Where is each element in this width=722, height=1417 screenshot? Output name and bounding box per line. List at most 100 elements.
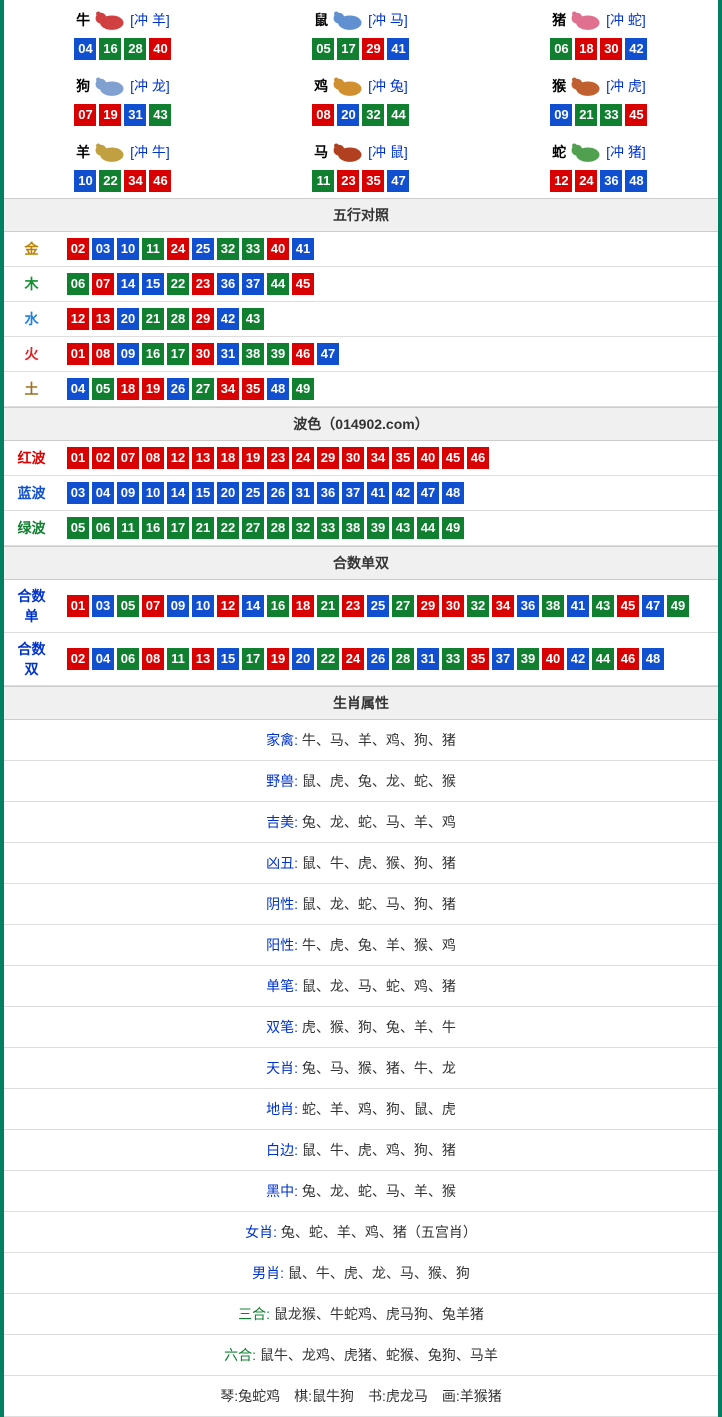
number-ball: 47	[642, 595, 664, 617]
number-ball: 25	[192, 238, 214, 260]
number-ball: 47	[317, 343, 339, 365]
number-ball: 17	[167, 517, 189, 539]
number-ball: 37	[342, 482, 364, 504]
number-ball: 45	[442, 447, 464, 469]
number-ball: 16	[142, 343, 164, 365]
attr-key: 天肖:	[266, 1060, 298, 1076]
number-ball: 27	[242, 517, 264, 539]
number-ball: 11	[312, 170, 334, 192]
zodiac-grid: 牛[冲 羊]04162840鼠[冲 马]05172941猪[冲 蛇]061830…	[4, 0, 718, 198]
number-ball: 23	[267, 447, 289, 469]
number-ball: 08	[92, 343, 114, 365]
row-numbers: 03040910141520252631363741424748	[59, 476, 718, 511]
number-ball: 17	[167, 343, 189, 365]
number-ball: 15	[192, 482, 214, 504]
number-ball: 06	[92, 517, 114, 539]
number-ball: 24	[292, 447, 314, 469]
attr-value: 兔、蛇、羊、鸡、猪（五宫肖）	[277, 1224, 477, 1240]
number-ball: 01	[67, 447, 89, 469]
number-ball: 13	[92, 308, 114, 330]
row-numbers: 04051819262734354849	[59, 372, 718, 407]
number-ball: 04	[67, 378, 89, 400]
number-ball: 12	[217, 595, 239, 617]
number-ball: 24	[342, 648, 364, 670]
zodiac-cell: 鸡[冲 兔]08203244	[242, 66, 480, 132]
number-ball: 31	[217, 343, 239, 365]
attr-row: 天肖: 兔、马、猴、猪、牛、龙	[4, 1048, 718, 1089]
attr-key: 黑中:	[266, 1183, 298, 1199]
number-ball: 16	[99, 38, 121, 60]
number-ball: 02	[67, 648, 89, 670]
number-ball: 48	[625, 170, 647, 192]
number-ball: 42	[392, 482, 414, 504]
number-ball: 07	[117, 447, 139, 469]
dog-icon	[92, 72, 128, 100]
zodiac-conflict: [冲 蛇]	[606, 10, 646, 30]
number-ball: 10	[117, 238, 139, 260]
attr-row: 家禽: 牛、马、羊、鸡、狗、猪	[4, 720, 718, 761]
number-ball: 29	[417, 595, 439, 617]
number-ball: 32	[467, 595, 489, 617]
number-ball: 30	[342, 447, 364, 469]
number-ball: 02	[92, 447, 114, 469]
zodiac-cell: 猪[冲 蛇]06183042	[480, 0, 718, 66]
section-header-bose: 波色（014902.com）	[4, 407, 718, 441]
number-ball: 30	[600, 38, 622, 60]
number-ball: 12	[167, 447, 189, 469]
number-ball: 31	[292, 482, 314, 504]
attr-key: 野兽:	[266, 773, 298, 789]
number-ball: 07	[142, 595, 164, 617]
number-ball: 05	[117, 595, 139, 617]
attr-row: 地肖: 蛇、羊、鸡、狗、鼠、虎	[4, 1089, 718, 1130]
number-ball: 39	[267, 343, 289, 365]
attr-row: 三合: 鼠龙猴、牛蛇鸡、虎马狗、兔羊猪	[4, 1294, 718, 1335]
number-ball: 21	[192, 517, 214, 539]
row-label: 土	[4, 372, 59, 407]
snake-icon	[568, 138, 604, 166]
number-ball: 32	[362, 104, 384, 126]
attr-value: 鼠、牛、虎、猴、狗、猪	[298, 855, 456, 871]
number-ball: 03	[92, 595, 114, 617]
number-ball: 06	[550, 38, 572, 60]
attr-key: 单笔:	[266, 978, 298, 994]
attr-key: 阴性:	[266, 896, 298, 912]
attr-value: 牛、马、羊、鸡、狗、猪	[298, 732, 456, 748]
number-ball: 38	[542, 595, 564, 617]
attr-value: 鼠、牛、虎、鸡、狗、猪	[298, 1142, 456, 1158]
attr-list: 家禽: 牛、马、羊、鸡、狗、猪野兽: 鼠、虎、兔、龙、蛇、猴吉美: 兔、龙、蛇、…	[4, 720, 718, 1417]
attr-row: 黑中: 兔、龙、蛇、马、羊、猴	[4, 1171, 718, 1212]
number-ball: 23	[342, 595, 364, 617]
number-ball: 48	[642, 648, 664, 670]
number-ball: 46	[467, 447, 489, 469]
zodiac-numbers: 08203244	[242, 104, 480, 126]
number-ball: 18	[217, 447, 239, 469]
attr-value: 兔、龙、蛇、马、羊、鸡	[298, 814, 456, 830]
zodiac-conflict: [冲 鼠]	[368, 142, 408, 162]
number-ball: 21	[317, 595, 339, 617]
number-ball: 41	[292, 238, 314, 260]
row-label: 水	[4, 302, 59, 337]
table-row: 土04051819262734354849	[4, 372, 718, 407]
zodiac-numbers: 12243648	[480, 170, 718, 192]
attr-row: 女肖: 兔、蛇、羊、鸡、猪（五宫肖）	[4, 1212, 718, 1253]
zodiac-name: 羊	[76, 142, 90, 162]
table-row: 绿波05061116172122272832333839434449	[4, 511, 718, 546]
zodiac-cell: 羊[冲 牛]10223446	[4, 132, 242, 198]
row-numbers: 0103050709101214161821232527293032343638…	[59, 580, 718, 633]
zodiac-numbers: 11233547	[242, 170, 480, 192]
number-ball: 36	[600, 170, 622, 192]
number-ball: 31	[417, 648, 439, 670]
number-ball: 47	[387, 170, 409, 192]
number-ball: 35	[242, 378, 264, 400]
number-ball: 24	[575, 170, 597, 192]
table-bose: 红波0102070812131819232429303435404546蓝波03…	[4, 441, 718, 546]
zodiac-numbers: 07193143	[4, 104, 242, 126]
number-ball: 17	[242, 648, 264, 670]
number-ball: 38	[342, 517, 364, 539]
number-ball: 26	[267, 482, 289, 504]
zodiac-conflict: [冲 虎]	[606, 76, 646, 96]
attr-value: 鼠龙猴、牛蛇鸡、虎马狗、兔羊猪	[270, 1306, 484, 1322]
number-ball: 44	[592, 648, 614, 670]
table-row: 木06071415222336374445	[4, 267, 718, 302]
number-ball: 22	[217, 517, 239, 539]
